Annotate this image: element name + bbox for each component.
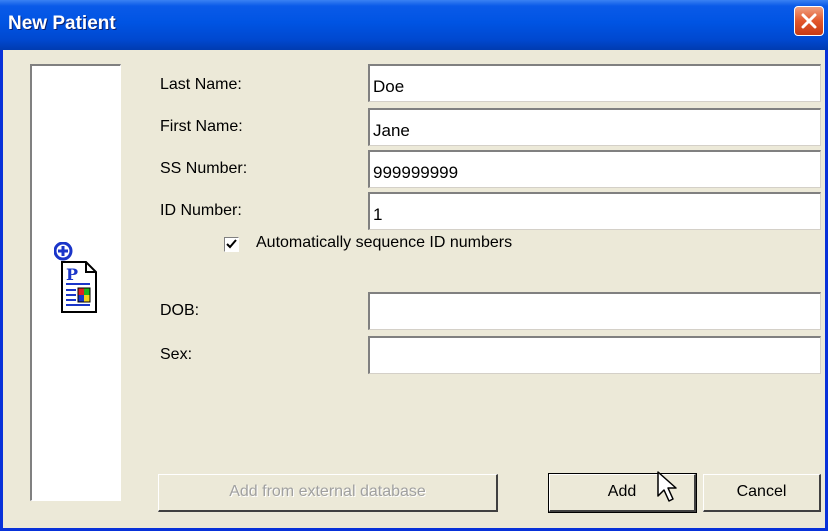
ss-number-field[interactable]	[368, 150, 821, 188]
first-name-label: First Name:	[160, 118, 243, 135]
dob-field[interactable]	[368, 292, 821, 330]
svg-text:P: P	[66, 265, 78, 284]
first-name-field[interactable]	[368, 108, 821, 146]
last-name-label: Last Name:	[160, 76, 242, 93]
sex-label: Sex:	[160, 346, 193, 363]
auto-sequence-label: Automatically sequence ID numbers	[256, 234, 513, 251]
new-patient-icon: P	[54, 242, 97, 313]
new-patient-dialog: New Patient P Last Name: First Nam	[0, 0, 828, 531]
dialog-title: New Patient	[8, 13, 116, 34]
id-number-field[interactable]	[368, 192, 821, 230]
last-name-field[interactable]	[368, 64, 821, 102]
close-button[interactable]	[794, 6, 824, 36]
ss-number-label: SS Number:	[160, 160, 248, 177]
sex-field[interactable]	[368, 336, 821, 374]
title-bar[interactable]: New Patient	[0, 0, 828, 50]
id-number-label: ID Number:	[160, 202, 242, 219]
mouse-pointer-icon	[657, 471, 677, 502]
cancel-button[interactable]: Cancel	[703, 474, 821, 512]
checkmark-icon	[226, 239, 237, 249]
close-icon	[801, 13, 817, 29]
add-from-external-database-button[interactable]: Add from external database	[158, 474, 498, 512]
dob-label: DOB:	[160, 302, 200, 319]
auto-sequence-checkbox[interactable]	[224, 237, 239, 252]
icon-panel: P	[30, 64, 121, 501]
